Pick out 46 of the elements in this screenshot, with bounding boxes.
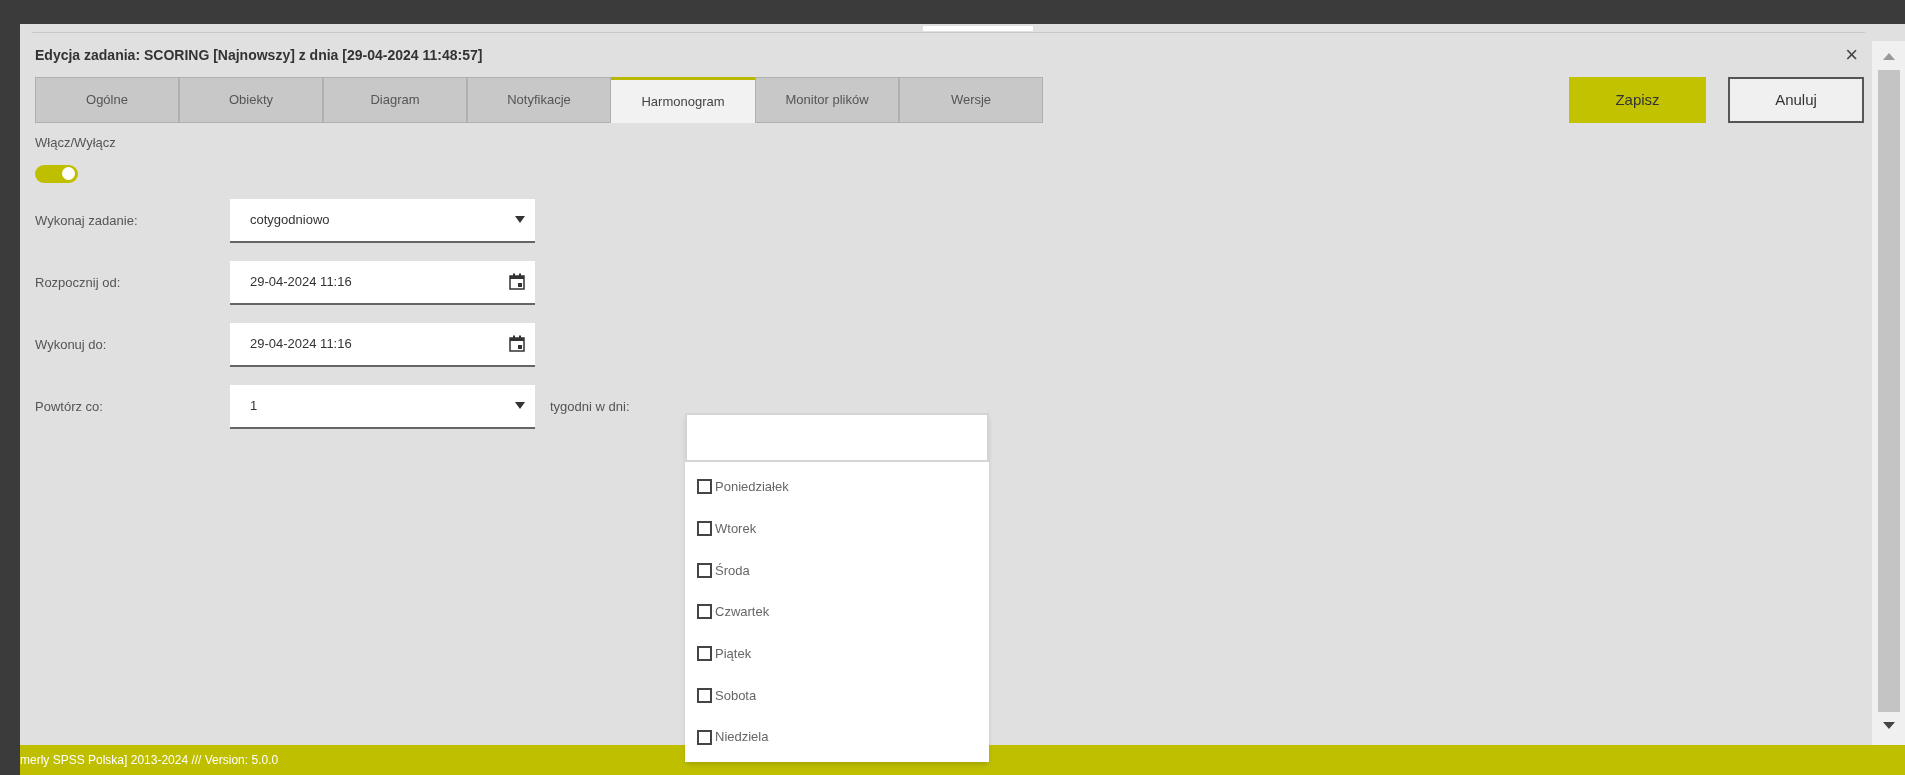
field-label: Wykonuj do: bbox=[35, 335, 108, 354]
footer-text: merly SPSS Polska] 2013-2024 /// Version: 5.0.0 bbox=[20, 752, 279, 769]
calendar-icon[interactable] bbox=[509, 273, 525, 290]
day-label: Wtorek bbox=[715, 519, 757, 538]
select-field[interactable]: 1 bbox=[230, 384, 535, 429]
day-label: Poniedziałek bbox=[715, 478, 789, 497]
scrollbar[interactable] bbox=[1872, 41, 1905, 745]
toggle-switch[interactable] bbox=[35, 164, 78, 183]
tab[interactable]: Wersje bbox=[899, 77, 1043, 123]
date-field[interactable]: 29-04-2024 11:16 bbox=[230, 260, 535, 305]
toggle-label: Włącz/Wyłącz bbox=[35, 134, 117, 152]
tab[interactable]: Monitor plików bbox=[755, 77, 899, 123]
day-label: Czwartek bbox=[715, 603, 770, 622]
checkbox[interactable] bbox=[697, 604, 712, 620]
calendar-icon[interactable] bbox=[509, 335, 525, 352]
date-field[interactable]: 29-04-2024 11:16 bbox=[230, 322, 535, 367]
tab[interactable]: Diagram bbox=[323, 77, 467, 123]
cancel-button[interactable]: Anuluj bbox=[1728, 77, 1864, 123]
checkbox[interactable] bbox=[697, 562, 712, 578]
close-button[interactable]: × bbox=[1841, 44, 1862, 66]
tab[interactable]: Notyfikacje bbox=[467, 77, 611, 123]
dialog-title: Edycja zadania: SCORING [Najnowszy] z dnia [29-04-2024 11:48:57] bbox=[35, 45, 484, 65]
checkbox[interactable] bbox=[697, 646, 712, 662]
day-label: Niedziela bbox=[715, 728, 769, 747]
tab[interactable]: Harmonogram bbox=[611, 77, 755, 123]
field-label: Wykonaj zadanie: bbox=[35, 211, 139, 230]
checkbox[interactable] bbox=[697, 687, 712, 703]
checkbox[interactable] bbox=[697, 521, 712, 537]
field-label: Powtórz co: bbox=[35, 397, 104, 416]
day-label: Środa bbox=[715, 561, 750, 580]
save-button[interactable]: Zapisz bbox=[1569, 77, 1706, 123]
checkbox[interactable] bbox=[697, 479, 712, 495]
tab[interactable]: Ogólne bbox=[35, 77, 179, 123]
dropdown-caret-icon bbox=[515, 402, 525, 409]
day-label: Sobota bbox=[715, 686, 757, 705]
field-label: tygodni w dni: bbox=[550, 397, 630, 416]
days-select-field[interactable] bbox=[685, 413, 989, 462]
field-label: Rozpocznij od: bbox=[35, 273, 122, 292]
scrollbar-thumb[interactable] bbox=[1877, 70, 1900, 712]
select-field[interactable]: cotygodniowo bbox=[230, 198, 535, 243]
drag-handle[interactable] bbox=[922, 26, 1033, 31]
tab[interactable]: Obiekty bbox=[179, 77, 323, 123]
dropdown-caret-icon bbox=[515, 216, 525, 223]
scroll-down-icon[interactable] bbox=[1882, 722, 1895, 729]
day-label: Piątek bbox=[715, 644, 752, 663]
checkbox[interactable] bbox=[697, 729, 712, 745]
